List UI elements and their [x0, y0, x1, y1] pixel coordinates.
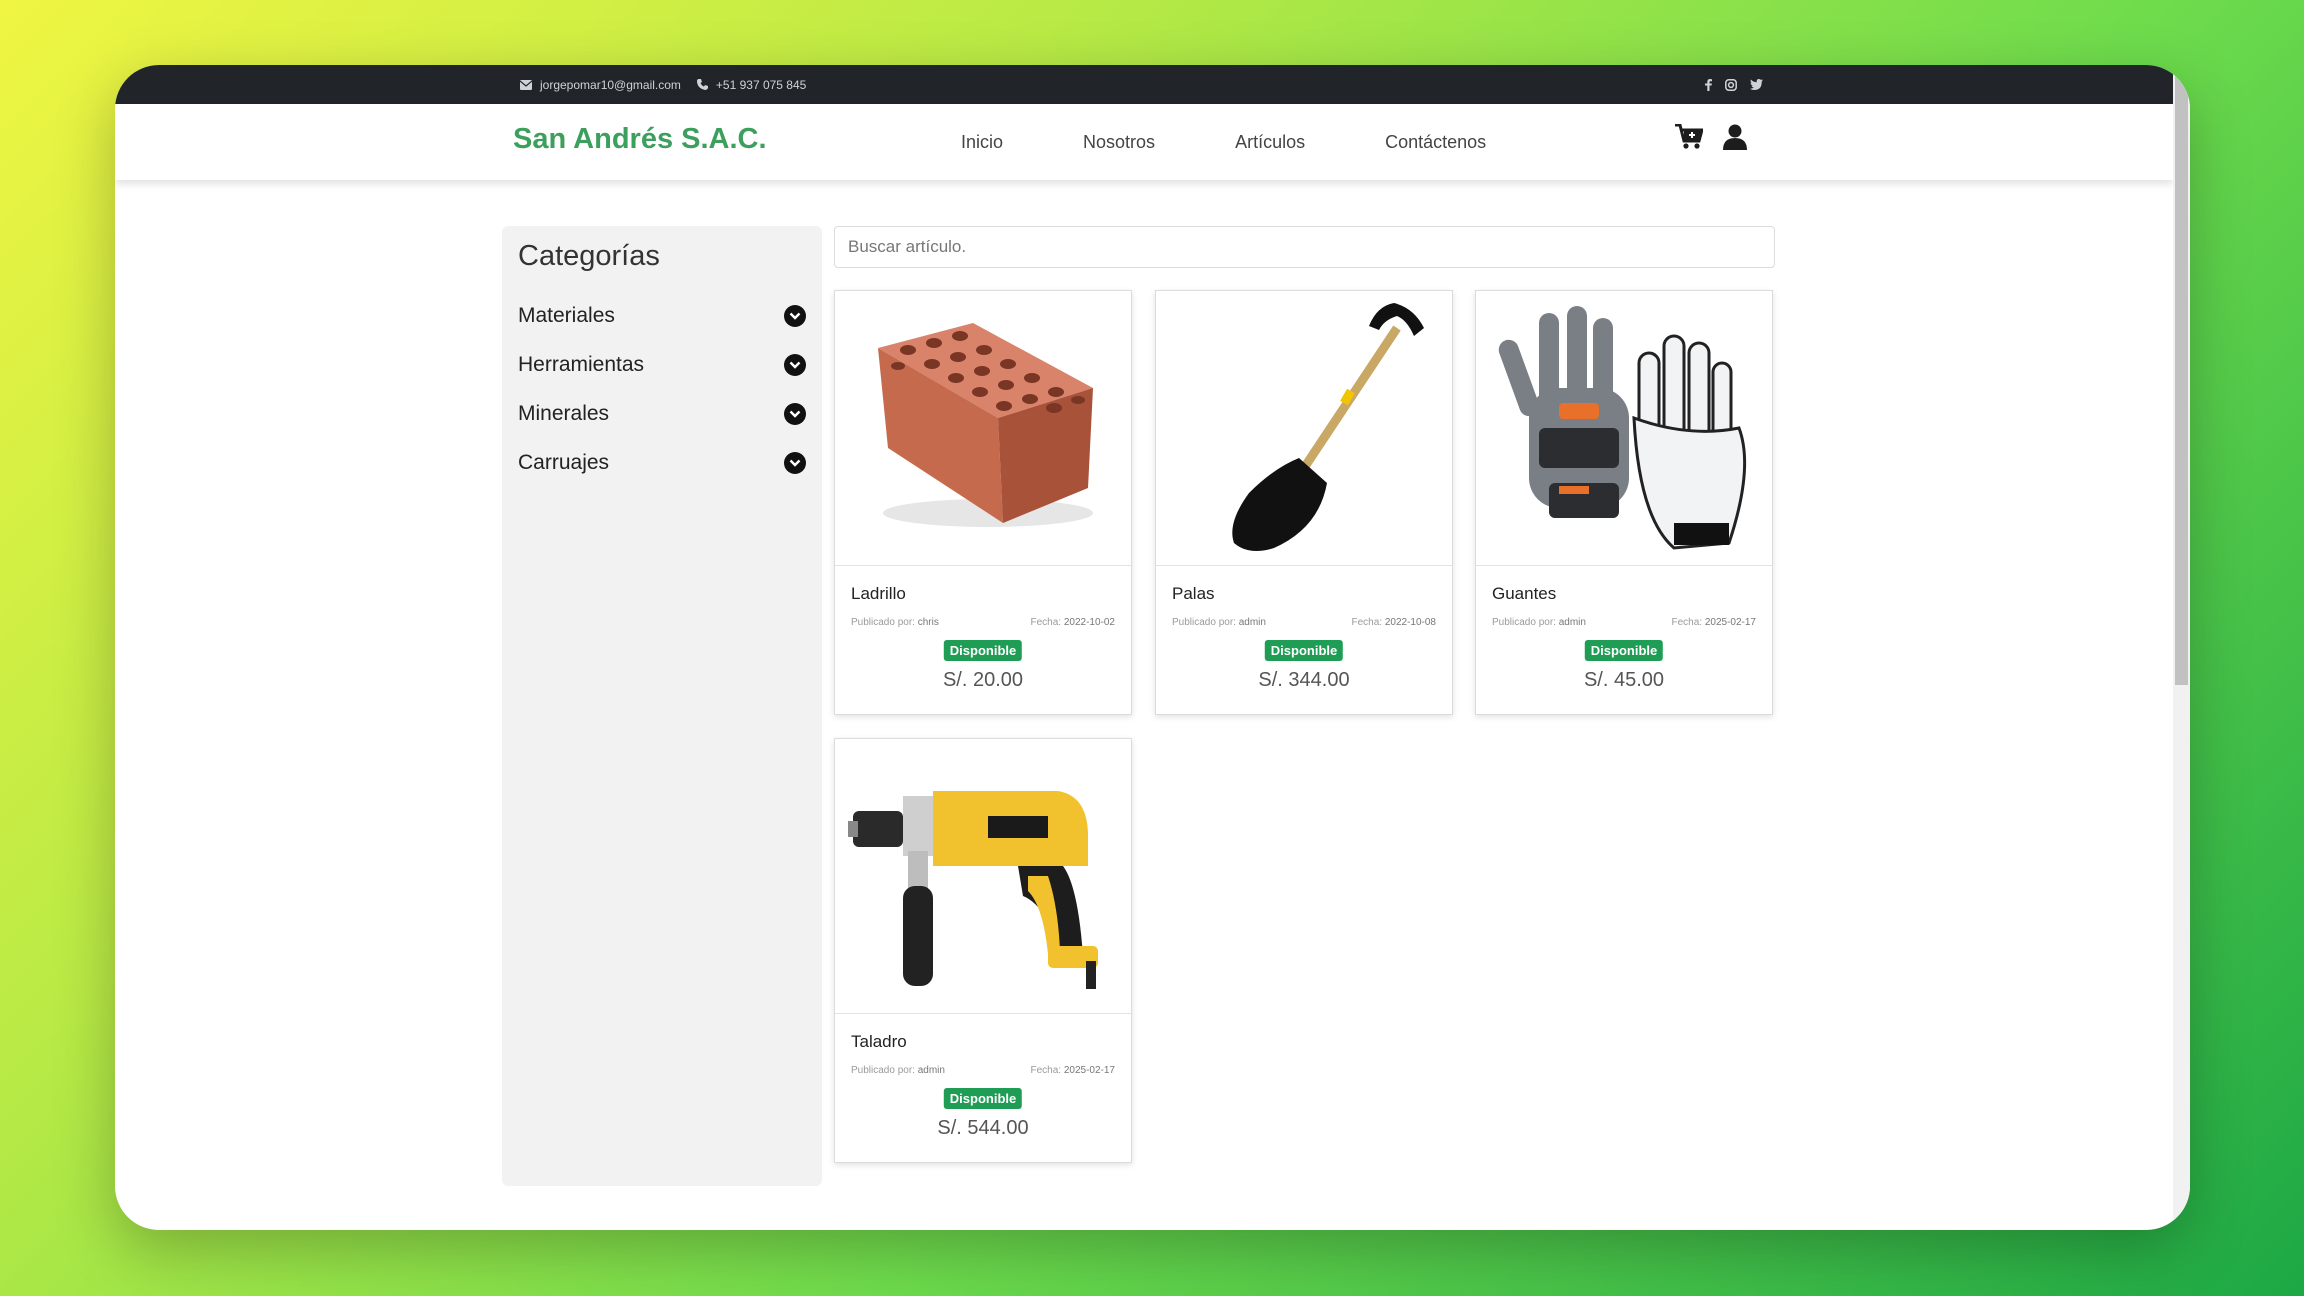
product-title[interactable]: Ladrillo: [851, 584, 906, 604]
nav-link-inicio[interactable]: Inicio: [961, 132, 1003, 153]
product-price: S/. 344.00: [1258, 669, 1350, 691]
product-image-drill[interactable]: [835, 739, 1131, 1014]
twitter-icon[interactable]: [1750, 79, 1763, 90]
product-date: 2025-02-17: [1063, 1065, 1115, 1076]
chevron-down-icon[interactable]: [784, 402, 806, 425]
nav-link-contactenos[interactable]: Contáctenos: [1385, 132, 1486, 153]
instagram-icon[interactable]: [1725, 78, 1737, 91]
product-date: 2025-02-17: [1704, 617, 1756, 628]
product-author: admin: [1238, 617, 1266, 628]
product-meta: Publicado por: admin Fecha: 2025-02-17: [851, 1065, 1115, 1076]
user-icon[interactable]: [1723, 124, 1747, 150]
category-label: Carruajes: [518, 450, 610, 474]
phone-icon: [696, 79, 708, 90]
product-author: chris: [917, 617, 939, 628]
facebook-icon[interactable]: [1705, 78, 1712, 91]
nav-links: Inicio Nosotros Artículos Contáctenos: [961, 104, 1566, 180]
nav-link-nosotros[interactable]: Nosotros: [1083, 132, 1155, 153]
published-label: Publicado por:: [1172, 617, 1236, 628]
envelope-icon: [520, 79, 532, 90]
product-image-shovel[interactable]: [1156, 291, 1452, 566]
category-label: Minerales: [518, 401, 610, 425]
main-navbar: San Andrés S.A.C. Inicio Nosotros Artícu…: [115, 104, 2173, 180]
contact-info: jorgepomar10@gmail.com +51 937 075 845: [520, 65, 806, 104]
social-links: [1705, 65, 1763, 104]
category-label: Herramientas: [518, 352, 645, 376]
published-label: Publicado por:: [851, 1065, 915, 1076]
product-card-ladrillo[interactable]: Ladrillo Publicado por: chris Fecha: 202…: [834, 290, 1132, 715]
chevron-down-icon[interactable]: [784, 304, 806, 327]
category-materiales[interactable]: Materiales: [518, 291, 806, 340]
page-scrollbar[interactable]: [2173, 65, 2190, 1230]
product-card-guantes[interactable]: Guantes Publicado por: admin Fecha: 2025…: [1475, 290, 1773, 715]
phone-contact[interactable]: +51 937 075 845: [696, 77, 807, 92]
product-meta: Publicado por: chris Fecha: 2022-10-02: [851, 617, 1115, 628]
category-label: Materiales: [518, 303, 615, 327]
product-meta: Publicado por: admin Fecha: 2025-02-17: [1492, 617, 1756, 628]
product-title[interactable]: Taladro: [851, 1032, 907, 1052]
category-minerales[interactable]: Minerales: [518, 389, 806, 438]
search-input[interactable]: [834, 226, 1775, 268]
product-price: S/. 544.00: [937, 1117, 1029, 1139]
phone-text: +51 937 075 845: [715, 77, 807, 92]
category-carruajes[interactable]: Carruajes: [518, 438, 806, 487]
status-badge: Disponible: [1264, 640, 1344, 661]
chevron-down-icon[interactable]: [784, 353, 806, 376]
brand-logo[interactable]: San Andrés S.A.C.: [513, 123, 767, 156]
email-contact[interactable]: jorgepomar10@gmail.com: [520, 78, 681, 92]
email-text: jorgepomar10@gmail.com: [540, 77, 681, 92]
date-label: Fecha:: [1030, 617, 1062, 628]
product-price: S/. 20.00: [942, 669, 1024, 691]
nav-icons: [1675, 124, 1747, 150]
product-title[interactable]: Guantes: [1492, 584, 1556, 604]
product-date: 2022-10-08: [1384, 617, 1436, 628]
product-image-gloves[interactable]: [1476, 291, 1772, 566]
status-badge: Disponible: [943, 640, 1023, 661]
categories-sidebar: Categorías Materiales Herramientas Miner…: [502, 226, 822, 1186]
chevron-down-icon[interactable]: [784, 451, 806, 474]
scrollbar-thumb[interactable]: [2175, 65, 2188, 685]
date-label: Fecha:: [1671, 617, 1703, 628]
product-image-brick[interactable]: [835, 291, 1131, 566]
product-meta: Publicado por: admin Fecha: 2022-10-08: [1172, 617, 1436, 628]
category-herramientas[interactable]: Herramientas: [518, 340, 806, 389]
cart-icon[interactable]: [1675, 124, 1703, 150]
status-badge: Disponible: [943, 1088, 1023, 1109]
top-contact-bar: jorgepomar10@gmail.com +51 937 075 845: [115, 65, 2173, 104]
published-label: Publicado por:: [851, 617, 915, 628]
product-card-palas[interactable]: Palas Publicado por: admin Fecha: 2022-1…: [1155, 290, 1453, 715]
categories-title: Categorías: [518, 240, 660, 272]
date-label: Fecha:: [1351, 617, 1383, 628]
product-date: 2022-10-02: [1063, 617, 1115, 628]
product-card-taladro[interactable]: Taladro Publicado por: admin Fecha: 2025…: [834, 738, 1132, 1163]
product-author: admin: [1558, 617, 1586, 628]
product-author: admin: [917, 1065, 945, 1076]
published-label: Publicado por:: [1492, 617, 1556, 628]
nav-link-articulos[interactable]: Artículos: [1235, 132, 1305, 153]
browser-window: jorgepomar10@gmail.com +51 937 075 845 S…: [115, 65, 2190, 1230]
date-label: Fecha:: [1030, 1065, 1062, 1076]
product-title[interactable]: Palas: [1172, 584, 1215, 604]
status-badge: Disponible: [1584, 640, 1664, 661]
product-price: S/. 45.00: [1583, 669, 1665, 691]
